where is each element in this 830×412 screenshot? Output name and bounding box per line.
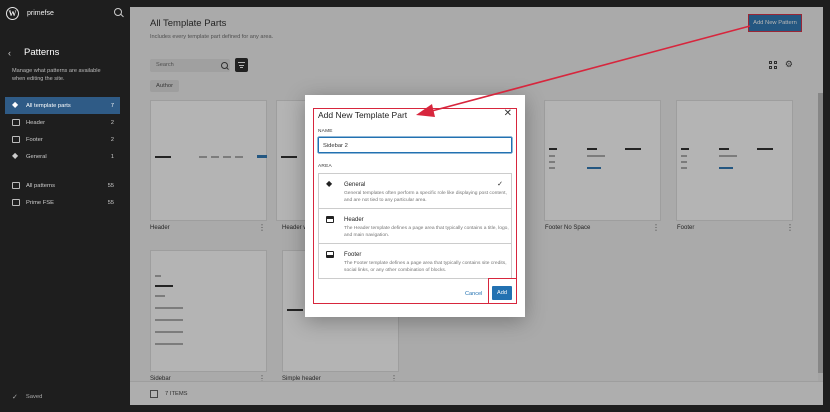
- sidebar-item-all-template-parts[interactable]: All template parts 7: [5, 97, 120, 114]
- diamond-icon: [326, 179, 334, 188]
- sidebar-nav: All template parts 7 Header 2 Footer 2 G…: [5, 97, 120, 211]
- area-label: AREA: [318, 164, 332, 169]
- panel-header: ‹ Patterns: [8, 47, 59, 58]
- chevron-left-icon[interactable]: ‹: [8, 48, 22, 58]
- sidebar-item-count: 1: [110, 153, 114, 160]
- area-option-description: The Header template defines a page area …: [344, 226, 509, 238]
- wordpress-logo-icon[interactable]: W: [6, 6, 19, 20]
- area-option-footer[interactable]: Footer The Footer template defines a pag…: [319, 244, 511, 279]
- site-header: W primefse: [6, 6, 124, 20]
- sidebar-item-prime-fse[interactable]: Prime FSE 55: [5, 194, 120, 211]
- header-layout-icon: [12, 119, 20, 126]
- add-button[interactable]: Add: [492, 286, 512, 300]
- save-status: ✓ Saved: [12, 393, 42, 401]
- area-option-description: The Footer template defines a page area …: [344, 261, 507, 273]
- sidebar-item-general[interactable]: General 1: [5, 148, 120, 165]
- sidebar: W primefse ‹ Patterns Manage what patter…: [0, 0, 130, 412]
- sidebar-item-label: General: [26, 153, 47, 160]
- checkmark-icon: ✓: [497, 181, 503, 188]
- sidebar-item-label: All template parts: [26, 102, 71, 109]
- save-status-label: Saved: [25, 394, 43, 400]
- area-option-general[interactable]: General General templates often perform …: [319, 174, 511, 209]
- sidebar-item-label: Footer: [26, 136, 43, 143]
- sidebar-item-count: 55: [107, 199, 114, 206]
- area-option-name: Header: [344, 217, 364, 223]
- app-window: W primefse ‹ Patterns Manage what patter…: [0, 0, 830, 412]
- sidebar-item-count: 55: [107, 182, 114, 189]
- sidebar-item-label: Prime FSE: [26, 199, 55, 206]
- sidebar-item-count: 7: [110, 102, 114, 109]
- diamond-icon: [12, 151, 20, 160]
- area-radio-group: General General templates often perform …: [318, 173, 512, 279]
- sidebar-item-label: All patterns: [26, 182, 55, 189]
- search-icon[interactable]: [114, 8, 124, 18]
- sidebar-item-header[interactable]: Header 2: [5, 114, 120, 131]
- area-option-name: Footer: [344, 252, 362, 258]
- diamond-icon: [12, 100, 20, 109]
- cancel-button[interactable]: Cancel: [465, 291, 482, 297]
- sidebar-item-all-patterns[interactable]: All patterns 55: [5, 177, 120, 194]
- area-option-header[interactable]: Header The Header template defines a pag…: [319, 209, 511, 244]
- folder-icon: [12, 182, 20, 189]
- footer-layout-icon: [326, 251, 334, 258]
- area-option-description: General templates often perform a specif…: [344, 191, 507, 203]
- close-icon[interactable]: ✕: [504, 108, 512, 119]
- site-name[interactable]: primefse: [27, 10, 114, 17]
- name-input[interactable]: Sidebar 2: [318, 137, 512, 153]
- panel-title: Patterns: [24, 47, 60, 58]
- sidebar-item-footer[interactable]: Footer 2: [5, 131, 120, 148]
- header-layout-icon: [326, 216, 334, 223]
- sidebar-item-count: 2: [110, 119, 114, 126]
- panel-description: Manage what patterns are available when …: [12, 68, 101, 82]
- area-option-name: General: [344, 182, 366, 188]
- add-template-part-modal: Add New Template Part ✕ NAME Sidebar 2 A…: [305, 95, 525, 317]
- sidebar-item-count: 2: [110, 136, 114, 143]
- check-icon: ✓: [12, 394, 18, 401]
- modal-title: Add New Template Part: [318, 110, 408, 120]
- folder-icon: [12, 199, 20, 206]
- name-label: NAME: [318, 129, 333, 134]
- sidebar-item-label: Header: [26, 119, 46, 126]
- footer-layout-icon: [12, 136, 20, 143]
